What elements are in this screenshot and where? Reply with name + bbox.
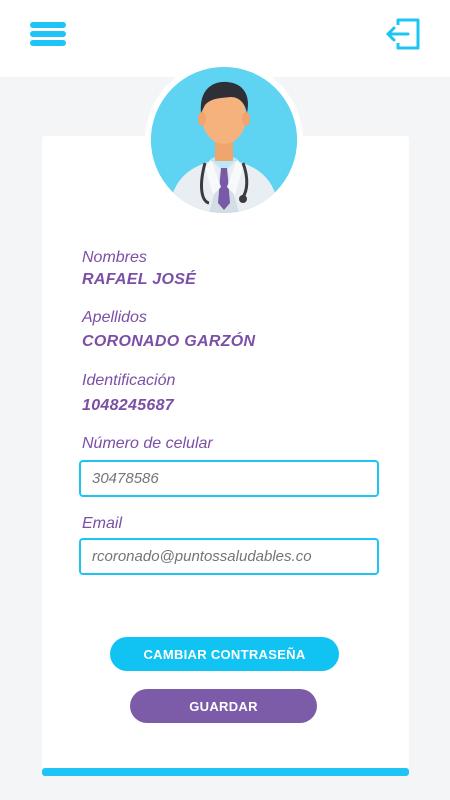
nombres-label: Nombres — [82, 249, 147, 266]
logout-icon[interactable] — [384, 16, 424, 52]
avatar-frame — [145, 61, 303, 219]
change-password-button[interactable]: CAMBIAR CONTRASEÑA — [110, 637, 339, 671]
celular-label: Número de celular — [82, 435, 213, 452]
email-input[interactable] — [79, 538, 379, 575]
apellidos-value: CORONADO GARZÓN — [82, 333, 256, 350]
celular-input[interactable] — [79, 460, 379, 497]
identificacion-label: Identificación — [82, 372, 176, 389]
apellidos-label: Apellidos — [82, 309, 147, 326]
profile-card — [42, 136, 409, 776]
doctor-avatar — [151, 67, 297, 213]
nombres-value: RAFAEL JOSÉ — [82, 271, 197, 288]
card-bottom-accent — [42, 768, 409, 776]
email-label: Email — [82, 515, 123, 532]
save-button[interactable]: GUARDAR — [130, 689, 317, 723]
hamburger-menu-icon[interactable] — [30, 20, 66, 48]
identificacion-value: 1048245687 — [82, 397, 174, 414]
